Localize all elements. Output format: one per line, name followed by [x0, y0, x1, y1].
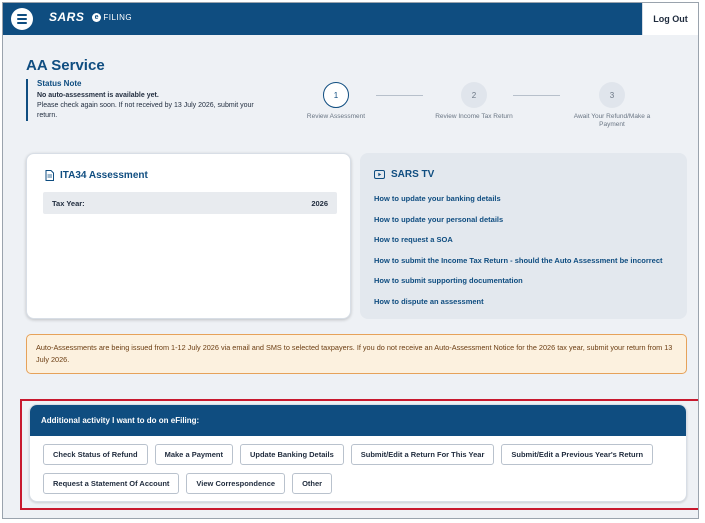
efiling-logo: e FILING — [92, 12, 133, 22]
top-bar: SARS e FILING — [3, 3, 644, 35]
step-3: 3 Await Your Refund/Make a Payment — [572, 82, 652, 129]
logout-button[interactable]: Log Out — [642, 3, 698, 35]
tv-link-personal[interactable]: How to update your personal details — [374, 215, 663, 236]
ita34-title-text: ITA34 Assessment — [60, 170, 148, 181]
activity-buttons-row-1: Check Status of Refund Make a Payment Up… — [43, 444, 654, 465]
additional-activity-panel: Additional activity I want to do on eFil… — [29, 404, 687, 502]
step-3-circle: 3 — [599, 82, 625, 108]
page-title: AA Service — [26, 57, 105, 74]
tax-year-row: Tax Year: 2026 — [43, 192, 337, 214]
submit-return-this-year-button[interactable]: Submit/Edit a Return For This Year — [350, 444, 495, 465]
step-3-label: Await Your Refund/Make a Payment — [573, 113, 651, 128]
tv-link-dispute[interactable]: How to dispute an assessment — [374, 297, 663, 318]
tax-year-value: 2026 — [311, 198, 328, 208]
activity-buttons-row-2: Request a Statement Of Account View Corr… — [43, 473, 333, 494]
other-button[interactable]: Other — [292, 473, 333, 494]
tv-link-banking[interactable]: How to update your banking details — [374, 194, 663, 215]
efiling-badge: e — [92, 12, 102, 22]
step-2-label: Review Income Tax Return — [435, 113, 513, 120]
tv-icon — [374, 170, 385, 179]
check-refund-status-button[interactable]: Check Status of Refund — [43, 444, 148, 465]
additional-activity-title: Additional activity I want to do on eFil… — [30, 405, 686, 436]
request-soa-button[interactable]: Request a Statement Of Account — [43, 473, 180, 494]
sars-tv-links: How to update your banking details How t… — [374, 194, 663, 317]
tax-year-label: Tax Year: — [52, 198, 85, 208]
tv-link-supporting-docs[interactable]: How to submit supporting documentation — [374, 276, 663, 297]
view-correspondence-button[interactable]: View Correspondence — [186, 473, 286, 494]
make-payment-button[interactable]: Make a Payment — [154, 444, 233, 465]
stepper-connector — [513, 95, 560, 96]
step-1-label: Review Assessment — [306, 113, 366, 120]
status-note-body: Please check again soon. If not received… — [37, 102, 254, 119]
sars-tv-title: SARS TV — [374, 169, 434, 180]
tv-link-submit-return[interactable]: How to submit the Income Tax Return - sh… — [374, 256, 663, 277]
status-note-title: Status Note — [37, 79, 82, 88]
app-frame: SARS e FILING Log Out AA Service Status … — [2, 2, 699, 519]
menu-icon[interactable] — [11, 8, 33, 30]
sars-tv-card: SARS TV How to update your banking detai… — [360, 153, 687, 319]
step-2: 2 Review Income Tax Return — [433, 82, 515, 121]
update-banking-button[interactable]: Update Banking Details — [239, 444, 344, 465]
sars-logo[interactable]: SARS e FILING — [49, 10, 132, 24]
sars-tv-title-text: SARS TV — [391, 169, 435, 180]
status-note-subtitle: No auto-assessment is available yet. — [37, 92, 159, 99]
step-1-circle: 1 — [323, 82, 349, 108]
auto-assessment-notice: Auto-Assessments are being issued from 1… — [26, 334, 687, 374]
status-note: Status Note No auto-assessment is availa… — [26, 79, 266, 121]
progress-stepper: 1 Review Assessment 2 Review Income Tax … — [296, 82, 650, 142]
sars-logo-text: SARS — [49, 10, 85, 24]
step-2-circle: 2 — [461, 82, 487, 108]
document-icon — [45, 170, 54, 181]
efiling-text: FILING — [103, 12, 133, 22]
step-1: 1 Review Assessment — [296, 82, 376, 121]
ita34-card: ITA34 Assessment Tax Year: 2026 — [26, 153, 351, 319]
tv-link-soa[interactable]: How to request a SOA — [374, 235, 663, 256]
stepper-connector — [376, 95, 423, 96]
submit-previous-return-button[interactable]: Submit/Edit a Previous Year's Return — [501, 444, 654, 465]
ita34-title: ITA34 Assessment — [45, 170, 148, 181]
